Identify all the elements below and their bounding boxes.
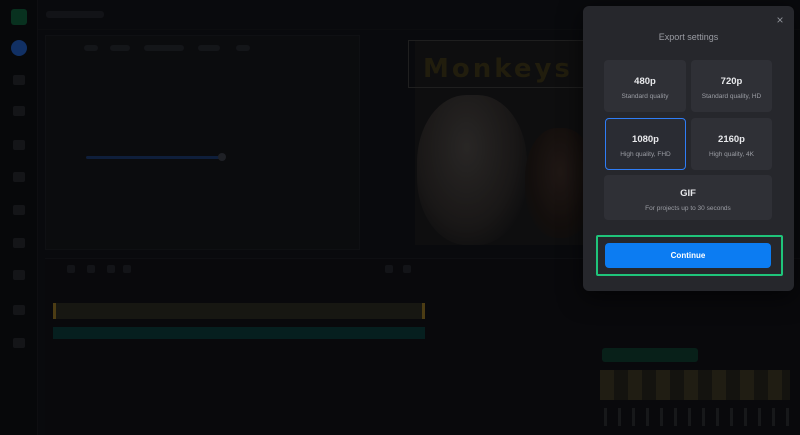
option-label: 2160p bbox=[718, 134, 745, 145]
option-label: 720p bbox=[720, 76, 743, 87]
option-description: Standard quality, HD bbox=[701, 93, 762, 100]
option-description: High quality, FHD bbox=[620, 151, 671, 158]
option-label: 480p bbox=[634, 76, 656, 87]
option-gif[interactable]: GIF For projects up to 30 seconds bbox=[604, 175, 772, 220]
option-description: Standard quality bbox=[621, 93, 669, 100]
continue-highlight-box bbox=[596, 235, 783, 276]
option-label: 1080p bbox=[632, 134, 659, 145]
option-label: GIF bbox=[680, 188, 696, 199]
option-720p[interactable]: 720p Standard quality, HD bbox=[691, 60, 772, 112]
video-editor-app: Monkeys Export settings × 480p Standard … bbox=[0, 0, 800, 435]
close-icon[interactable]: × bbox=[774, 14, 786, 26]
option-1080p[interactable]: 1080p High quality, FHD bbox=[605, 118, 686, 170]
option-2160p[interactable]: 2160p High quality, 4K bbox=[691, 118, 772, 170]
option-description: For projects up to 30 seconds bbox=[645, 205, 731, 212]
dialog-title: Export settings bbox=[658, 32, 719, 42]
option-480p[interactable]: 480p Standard quality bbox=[604, 60, 686, 112]
option-description: High quality, 4K bbox=[708, 151, 755, 158]
